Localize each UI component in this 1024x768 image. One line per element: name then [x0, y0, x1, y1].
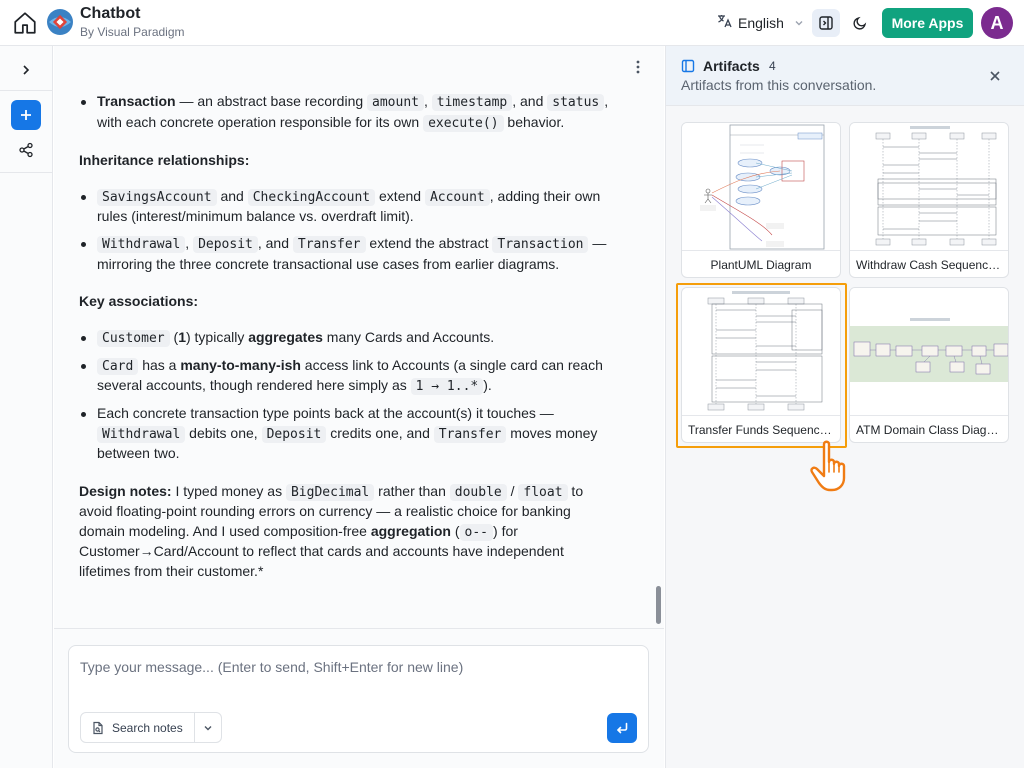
artifact-label: Withdraw Cash Sequence Diagram	[856, 258, 1002, 272]
list-item: Each concrete transaction type points ba…	[79, 404, 619, 464]
artifact-card[interactable]: ATM Domain Class Diagram	[849, 287, 1009, 443]
section-heading: Inheritance relationships:	[79, 152, 250, 168]
composer-area: Type your message... (Enter to send, Shi…	[54, 628, 664, 768]
close-icon[interactable]	[986, 67, 1004, 85]
button-divider	[194, 713, 195, 742]
assistant-message: Transaction — an abstract base recording…	[79, 92, 619, 581]
panel-toggle-icon[interactable]	[812, 9, 840, 37]
design-notes-paragraph: Design notes: I typed money as BigDecima…	[79, 482, 584, 579]
message-input[interactable]: Type your message... (Enter to send, Shi…	[68, 645, 649, 753]
left-rail	[0, 46, 53, 768]
rail-divider	[0, 90, 53, 91]
artifact-card[interactable]: Withdraw Cash Sequence Diagram	[849, 122, 1009, 278]
list-item: Card has a many-to-many-ish access link …	[79, 356, 619, 397]
new-chat-button[interactable]	[11, 100, 41, 130]
artifact-card[interactable]: Transfer Funds Sequence Diagram	[681, 287, 841, 443]
search-notes-button[interactable]: Search notes	[80, 712, 222, 743]
search-notes-label: Search notes	[112, 721, 183, 735]
list-item: Customer (1) typically aggregates many C…	[79, 328, 619, 349]
avatar[interactable]: A	[981, 7, 1013, 39]
artifacts-panel: Artifacts 4 Artifacts from this conversa…	[665, 46, 1024, 768]
app-subtitle: By Visual Paradigm	[80, 25, 185, 39]
dark-mode-icon[interactable]	[848, 11, 872, 35]
send-button[interactable]	[607, 713, 637, 743]
message-placeholder: Type your message... (Enter to send, Shi…	[80, 659, 464, 675]
app-title: Chatbot	[80, 5, 141, 22]
panel-icon	[681, 59, 695, 78]
scrollbar-thumb[interactable]	[656, 586, 661, 624]
diagram-thumbnail	[682, 123, 840, 251]
notes-search-icon	[91, 721, 105, 740]
chat-area: Transaction — an abstract base recording…	[54, 46, 664, 628]
translate-icon	[716, 13, 732, 32]
chevron-right-icon[interactable]	[14, 58, 38, 82]
artifacts-subtitle: Artifacts from this conversation.	[681, 77, 877, 93]
visual-paradigm-logo	[46, 8, 74, 36]
artifacts-header: Artifacts 4 Artifacts from this conversa…	[666, 46, 1024, 106]
chevron-down-icon[interactable]	[199, 720, 217, 736]
artifacts-title: Artifacts	[703, 58, 760, 74]
list-item: Withdrawal, Deposit, and Transfer extend…	[79, 234, 619, 274]
rail-divider	[0, 172, 53, 173]
diagram-thumbnail	[682, 288, 840, 416]
home-icon[interactable]	[11, 9, 39, 37]
more-options-icon[interactable]	[629, 58, 647, 76]
artifacts-count-badge: 4	[769, 59, 776, 73]
diagram-thumbnail	[850, 123, 1008, 251]
share-icon[interactable]	[14, 138, 38, 162]
chevron-down-icon	[794, 15, 804, 31]
artifact-label: ATM Domain Class Diagram	[856, 423, 1002, 437]
app-header: Chatbot By Visual Paradigm English More …	[0, 0, 1024, 46]
list-item: SavingsAccount and CheckingAccount exten…	[79, 187, 619, 227]
pointer-hand-icon	[808, 438, 864, 494]
list-item: Transaction — an abstract base recording…	[79, 92, 619, 133]
more-apps-button[interactable]: More Apps	[882, 8, 973, 38]
artifact-card[interactable]: PlantUML Diagram	[681, 122, 841, 278]
diagram-thumbnail	[850, 288, 1008, 416]
language-selector[interactable]: English	[716, 13, 804, 32]
section-heading: Key associations:	[79, 293, 199, 309]
language-label: English	[738, 14, 784, 31]
artifact-label: PlantUML Diagram	[710, 258, 812, 272]
